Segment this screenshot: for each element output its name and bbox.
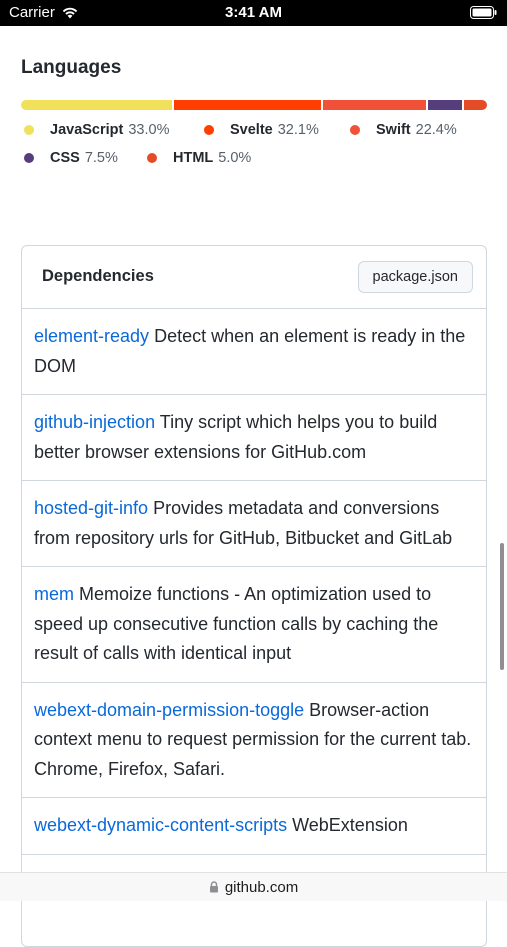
dependency-item: github-injection Tiny script which helps… — [22, 395, 486, 481]
language-name: Swift — [376, 122, 411, 138]
dependencies-header: Dependencies package.json — [22, 246, 486, 309]
language-name: HTML — [173, 150, 214, 166]
language-legend-item[interactable]: JavaScript 33.0% — [24, 122, 169, 138]
lock-icon — [209, 881, 218, 893]
dependency-description: WebExtension — [292, 815, 408, 835]
language-bar-segment — [427, 100, 463, 110]
language-name: CSS — [50, 150, 80, 166]
language-percent: 7.5% — [84, 150, 118, 166]
language-name: Svelte — [230, 122, 273, 138]
language-legend-item[interactable]: Svelte 32.1% — [204, 122, 319, 138]
dependency-item: webext-dynamic-content-scripts WebExtens… — [22, 798, 486, 855]
language-color-dot — [204, 125, 214, 135]
language-color-dot — [24, 125, 34, 135]
language-legend-item[interactable]: Swift 22.4% — [350, 122, 457, 138]
dependencies-title: Dependencies — [42, 267, 154, 285]
dependency-link[interactable]: webext-dynamic-content-scripts — [34, 815, 287, 835]
language-color-dot — [350, 125, 360, 135]
clock: 3:41 AM — [225, 4, 282, 21]
dependencies-list: element-ready Detect when an element is … — [22, 309, 486, 855]
language-percent: 5.0% — [218, 150, 252, 166]
language-legend-item[interactable]: HTML 5.0% — [147, 150, 251, 166]
dependency-link[interactable]: mem — [34, 584, 74, 604]
status-bar: Carrier 3:41 AM — [0, 0, 507, 26]
dependency-link[interactable]: github-injection — [34, 412, 155, 432]
dependency-item: element-ready Detect when an element is … — [22, 309, 486, 395]
language-bar-segment — [464, 100, 487, 110]
dependency-item: mem Memoize functions - An optimization … — [22, 567, 486, 683]
scrollbar[interactable] — [500, 543, 504, 670]
dependency-link[interactable]: webext-domain-permission-toggle — [34, 700, 304, 720]
language-legend-item[interactable]: CSS 7.5% — [24, 150, 118, 166]
dependency-item: hosted-git-info Provides metadata and co… — [22, 481, 486, 567]
language-percent: 32.1% — [277, 122, 319, 138]
dependency-link[interactable]: hosted-git-info — [34, 498, 148, 518]
language-percent: 33.0% — [128, 122, 170, 138]
languages-heading: Languages — [21, 57, 122, 78]
language-name: JavaScript — [50, 122, 124, 138]
dependency-link[interactable]: element-ready — [34, 326, 149, 346]
language-percent: 22.4% — [415, 122, 457, 138]
language-bar-segment — [323, 100, 426, 110]
battery-icon — [470, 6, 497, 19]
dependency-item: webext-domain-permission-toggle Browser-… — [22, 683, 486, 798]
languages-bar — [21, 100, 487, 110]
url-text: github.com — [224, 878, 299, 896]
language-bar-segment — [21, 100, 173, 110]
language-bar-segment — [174, 100, 322, 110]
language-color-dot — [147, 153, 157, 163]
dependencies-card: Dependencies package.json element-ready … — [21, 245, 487, 947]
dependency-description: Memoize functions - An optimization used… — [34, 584, 439, 663]
language-color-dot — [24, 153, 34, 163]
url-bar[interactable]: github.com — [0, 872, 507, 901]
package-json-button[interactable]: package.json — [357, 261, 473, 293]
